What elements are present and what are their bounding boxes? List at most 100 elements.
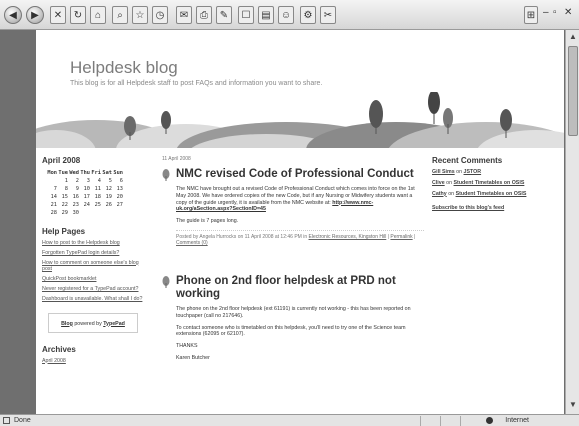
post-title[interactable]: Phone on 2nd floor helpdesk at PRD not w… [162,275,424,301]
typepad-badge[interactable]: Blog powered by TypePad [48,312,138,333]
blog-page: Helpdesk blog This blog is for all Helpd… [36,30,564,414]
calendar-day: 27 [116,202,123,208]
calendar-day [46,177,57,185]
favorites-icon[interactable]: ☆ [132,6,148,24]
calendar-day: 17 [83,194,90,200]
comment-author-link[interactable]: Cathy [432,191,447,197]
tools-icon[interactable]: ⚙ [300,6,316,24]
page-icon [3,417,10,424]
minimize-icon[interactable]: – [543,7,549,18]
calendar-day: 1 [64,178,68,184]
post-title-text[interactable]: Phone on 2nd floor helpdesk at PRD not w… [176,275,424,301]
recent-comments-heading: Recent Comments [432,156,503,165]
browser-toolbar: ◀ ▶ ✕ ↻ ⌂ ⌕ ☆ ◷ ✉ ⎙ ✎ ☐ ▤ ☺ ⚙ ✂ ⊞ – ▫ ✕ [0,0,579,30]
calendar-day: 15 [61,194,68,200]
edit-icon[interactable]: ✎ [216,6,232,24]
calendar-day: 3 [86,178,90,184]
scroll-down-icon[interactable]: ▼ [568,400,578,412]
print-icon[interactable]: ⎙ [196,6,212,24]
left-sidebar: April 2008 Mon Tue Wed Thu Fri Sat Sun 1… [42,156,146,364]
post-meta-text: Posted by Angela Hurrocks on 11 April 20… [176,233,309,240]
subscribe-link[interactable]: Subscribe to this blog's feed [432,205,542,211]
zone-text: Internet [505,417,529,424]
research-icon[interactable]: ▤ [258,6,274,24]
home-icon[interactable]: ⌂ [90,6,106,24]
status-divider [420,416,421,426]
calendar-day [79,209,90,217]
calendar-day: 30 [72,210,79,216]
maximize-icon[interactable]: ▫ [553,7,557,18]
mail-icon[interactable]: ✉ [176,6,192,24]
recent-comment: Cathy on Student Timetables on OSIS [432,191,542,198]
vertical-scrollbar[interactable]: ▲ ▼ [565,30,579,414]
help-link[interactable]: Never registered for a TypePad account? [42,286,146,293]
status-divider [460,416,461,426]
help-link[interactable]: Forgotten TypePad login details? [42,250,146,257]
calendar-day: 18 [94,194,101,200]
blog-description: This blog is for all Helpdesk staff to p… [70,80,323,87]
help-link[interactable]: How to post to the Helpdesk blog [42,240,146,247]
search-icon[interactable]: ⌕ [112,6,128,24]
blog-title[interactable]: Helpdesk blog [70,58,178,78]
post-meta: Posted by Angela Hurrocks on 11 April 20… [176,229,424,247]
post-body: The NMC have brought out a revised Code … [176,186,424,213]
internet-zone-icon [486,417,493,424]
history-icon[interactable]: ◷ [152,6,168,24]
calendar-day: 29 [61,210,68,216]
post-title[interactable]: NMC revised Code of Professional Conduct [162,168,424,181]
comment-post-link[interactable]: Student Timetables on OSIS [454,180,525,186]
help-link[interactable]: Dashboard is unavailable. What shall I d… [42,296,146,303]
translate-icon[interactable]: ✂ [320,6,336,24]
refresh-icon[interactable]: ↻ [70,6,86,24]
discuss-icon[interactable]: ☐ [238,6,254,24]
calendar-day-link[interactable]: 10 [79,185,90,193]
calendar-week: 21 22 23 24 25 26 27 [46,201,146,209]
leaf-icon [162,169,170,181]
calendar-day-link[interactable]: 11 [90,185,101,193]
calendar-day: 2 [75,178,79,184]
help-link[interactable]: How to comment on someone else's blog po… [42,260,146,274]
back-button[interactable]: ◀ [4,6,22,24]
calendar-heading: April 2008 [42,156,81,165]
scrollbar-thumb[interactable] [568,46,578,136]
help-link[interactable]: QuickPost bookmarklet [42,276,146,283]
calendar-day: 6 [119,178,123,184]
stop-icon[interactable]: ✕ [50,6,66,24]
post-body-text: The guide is 7 pages long. [176,218,239,225]
calendar-day: 26 [105,202,112,208]
windows-logo-icon: ⊞ [524,6,538,24]
calendar-day: 7 [53,186,57,192]
calendar-day-header: Mon [47,170,57,176]
post-body-text: The phone on the 2nd floor helpdesk (ext… [176,305,411,319]
right-sidebar: Recent Comments Gill Sims on JSTOR Clive… [432,156,542,211]
status-bar: Done Internet [0,414,579,426]
archives-link[interactable]: April 2008 [42,358,146,364]
messenger-icon[interactable]: ☺ [278,6,294,24]
calendar-day [112,209,123,217]
calendar-day-header: Sun [113,170,123,176]
close-icon[interactable]: ✕ [564,7,572,18]
comments-link[interactable]: Comments (0) [176,240,208,246]
comment-post-link[interactable]: JSTOR [464,169,482,175]
category-link[interactable]: Electronic Resources, Kingston Hill [309,234,387,240]
scroll-up-icon[interactable]: ▲ [568,32,578,44]
calendar-week: 28 29 30 [46,209,146,217]
recent-comment: Gill Sims on JSTOR [432,169,542,176]
calendar-day: 16 [72,194,79,200]
meta-separator: | [412,233,416,240]
comment-author-link[interactable]: Gill Sims [432,169,455,175]
calendar-day: 23 [72,202,79,208]
post-body-text: The NMC have brought out a revised Code … [176,186,415,206]
help-pages-list: How to post to the Helpdesk blog Forgott… [42,240,146,303]
calendar-day: 24 [83,202,90,208]
calendar-day: 28 [50,210,57,216]
comment-post-link[interactable]: Student Timetables on OSIS [456,191,527,197]
calendar-day-header: Tue [58,170,68,176]
calendar-day: 19 [105,194,112,200]
permalink-link[interactable]: Permalink [390,234,412,240]
main-content: 11 April 2008 NMC revised Code of Profes… [162,156,424,362]
archives-heading: Archives [42,344,76,354]
comment-author-link[interactable]: Clive [432,180,445,186]
post-title-text[interactable]: NMC revised Code of Professional Conduct [176,168,414,181]
forward-button[interactable]: ▶ [26,6,44,24]
